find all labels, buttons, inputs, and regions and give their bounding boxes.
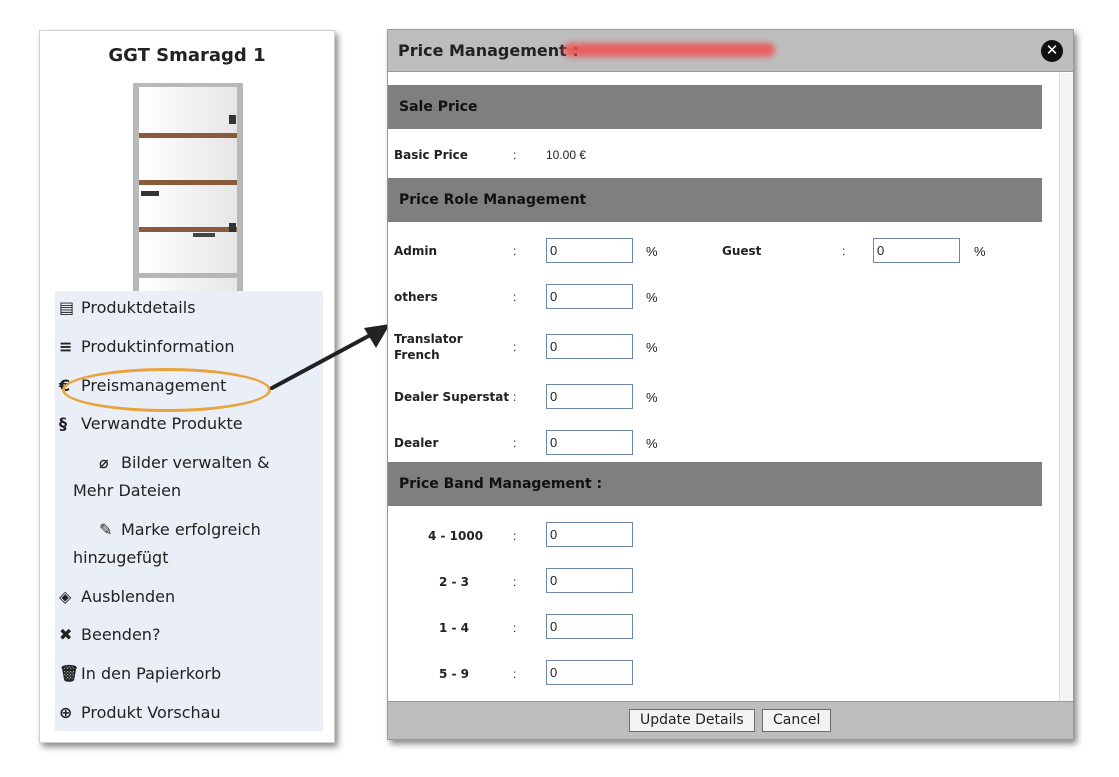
colon: :: [842, 244, 846, 258]
band-1-4-input[interactable]: [546, 614, 633, 639]
menu-item-label: Verwandte Produkte: [81, 414, 243, 433]
lines-icon: ≡: [59, 337, 73, 356]
eye-slash-icon: ◈: [59, 587, 72, 606]
menu-item-label: Produktinformation: [81, 337, 235, 356]
band-label: 2 - 3: [439, 575, 470, 589]
section-price-band: Price Band Management :: [388, 462, 1042, 506]
dialog-footer: Update Details Cancel: [388, 701, 1073, 739]
menu-item-produktdetails[interactable]: ▤ Produktdetails: [59, 294, 196, 322]
colon: :: [513, 340, 517, 354]
link-icon: §: [59, 414, 67, 433]
dialog-scrollbar[interactable]: [1059, 73, 1073, 703]
role-label-dealer: Dealer: [394, 436, 439, 450]
role-label-others: others: [394, 290, 438, 304]
band-5-9-input[interactable]: [546, 660, 633, 685]
menu-item-papierkorb[interactable]: 🗑 In den Papierkorb: [59, 660, 221, 688]
price-management-dialog: Price Management : ✕ Sale Price Basic Pr…: [387, 29, 1074, 740]
admin-percent-input[interactable]: [546, 238, 633, 263]
basic-price-label: Basic Price: [394, 148, 468, 162]
role-label-admin: Admin: [394, 244, 438, 258]
menu-item-label: Produkt Vorschau: [81, 703, 221, 722]
close-x-icon: ✖: [59, 625, 73, 644]
door-image: [133, 83, 243, 293]
menu-item-verwandte-produkte[interactable]: § Verwandte Produkte: [59, 410, 243, 438]
menu-item-preismanagement[interactable]: € Preismanagement: [59, 372, 226, 400]
list-alt-icon: ▤: [59, 298, 75, 317]
role-label-translator-french: Translator French: [394, 332, 463, 362]
section-sale-price: Sale Price: [388, 85, 1042, 129]
role-label-guest: Guest: [722, 244, 762, 258]
translator-french-percent-input[interactable]: [546, 334, 633, 359]
colon: :: [513, 290, 517, 304]
update-details-button[interactable]: Update Details: [629, 709, 755, 732]
menu-item-beenden[interactable]: ✖ Beenden?: [59, 621, 160, 649]
colon: :: [513, 667, 517, 681]
menu-item-label: Beenden?: [81, 625, 161, 644]
others-percent-input[interactable]: [546, 284, 633, 309]
euro-icon: €: [59, 376, 71, 395]
colon: :: [513, 621, 517, 635]
percent-unit: %: [646, 436, 658, 451]
trash-icon: 🗑: [59, 664, 80, 683]
menu-item-bilder-verwalten[interactable]: ⌀ Bilder verwalten & Mehr Dateien: [73, 449, 303, 505]
percent-unit: %: [646, 244, 658, 259]
band-2-3-input[interactable]: [546, 568, 633, 593]
dialog-header: Price Management : ✕: [388, 30, 1073, 72]
band-label: 5 - 9: [439, 667, 470, 681]
menu-item-marke-hinzugefuegt[interactable]: ✎ Marke erfolgreich hinzugefügt: [73, 516, 303, 572]
cancel-button[interactable]: Cancel: [762, 709, 832, 732]
colon: :: [513, 244, 517, 258]
percent-unit: %: [646, 390, 658, 405]
pointer-arrow-icon: [270, 324, 390, 390]
menu-item-label: Ausblenden: [81, 587, 176, 606]
band-label: 1 - 4: [439, 621, 470, 635]
colon: :: [513, 390, 517, 404]
guest-percent-input[interactable]: [873, 238, 960, 263]
close-icon[interactable]: ✕: [1041, 40, 1063, 62]
product-title: GGT Smaragd 1: [108, 45, 266, 66]
dealer-percent-input[interactable]: [546, 430, 633, 455]
percent-unit: %: [974, 244, 986, 259]
colon: :: [513, 575, 517, 589]
menu-item-produkt-vorschau[interactable]: ⊕ Produkt Vorschau: [59, 699, 221, 727]
menu-item-ausblenden[interactable]: ◈ Ausblenden: [59, 583, 175, 611]
colon: :: [513, 529, 517, 543]
section-price-role: Price Role Management: [388, 178, 1042, 222]
menu-item-label: Produktdetails: [81, 298, 196, 317]
percent-unit: %: [646, 340, 658, 355]
menu-item-produktinformation[interactable]: ≡ Produktinformation: [59, 333, 235, 361]
dialog-body: Sale Price Basic Price : 10.00 € Price R…: [388, 73, 1060, 703]
redacted-product-name: [563, 43, 775, 57]
zoom-in-icon: ⊕: [59, 703, 73, 722]
colon: :: [513, 436, 517, 450]
menu-item-label: In den Papierkorb: [81, 664, 222, 683]
band-4-1000-input[interactable]: [546, 522, 633, 547]
menu-item-label: Preismanagement: [81, 376, 227, 395]
role-label-dealer-superstat: Dealer Superstat: [394, 390, 510, 404]
colon: :: [513, 148, 517, 162]
edit-icon: ✎: [99, 520, 113, 539]
band-label: 4 - 1000: [428, 529, 484, 543]
percent-unit: %: [646, 290, 658, 305]
paperclip-icon: ⌀: [99, 453, 109, 472]
dialog-title: Price Management :: [398, 41, 579, 60]
dealer-superstat-percent-input[interactable]: [546, 384, 633, 409]
basic-price-value: 10.00 €: [546, 148, 587, 162]
